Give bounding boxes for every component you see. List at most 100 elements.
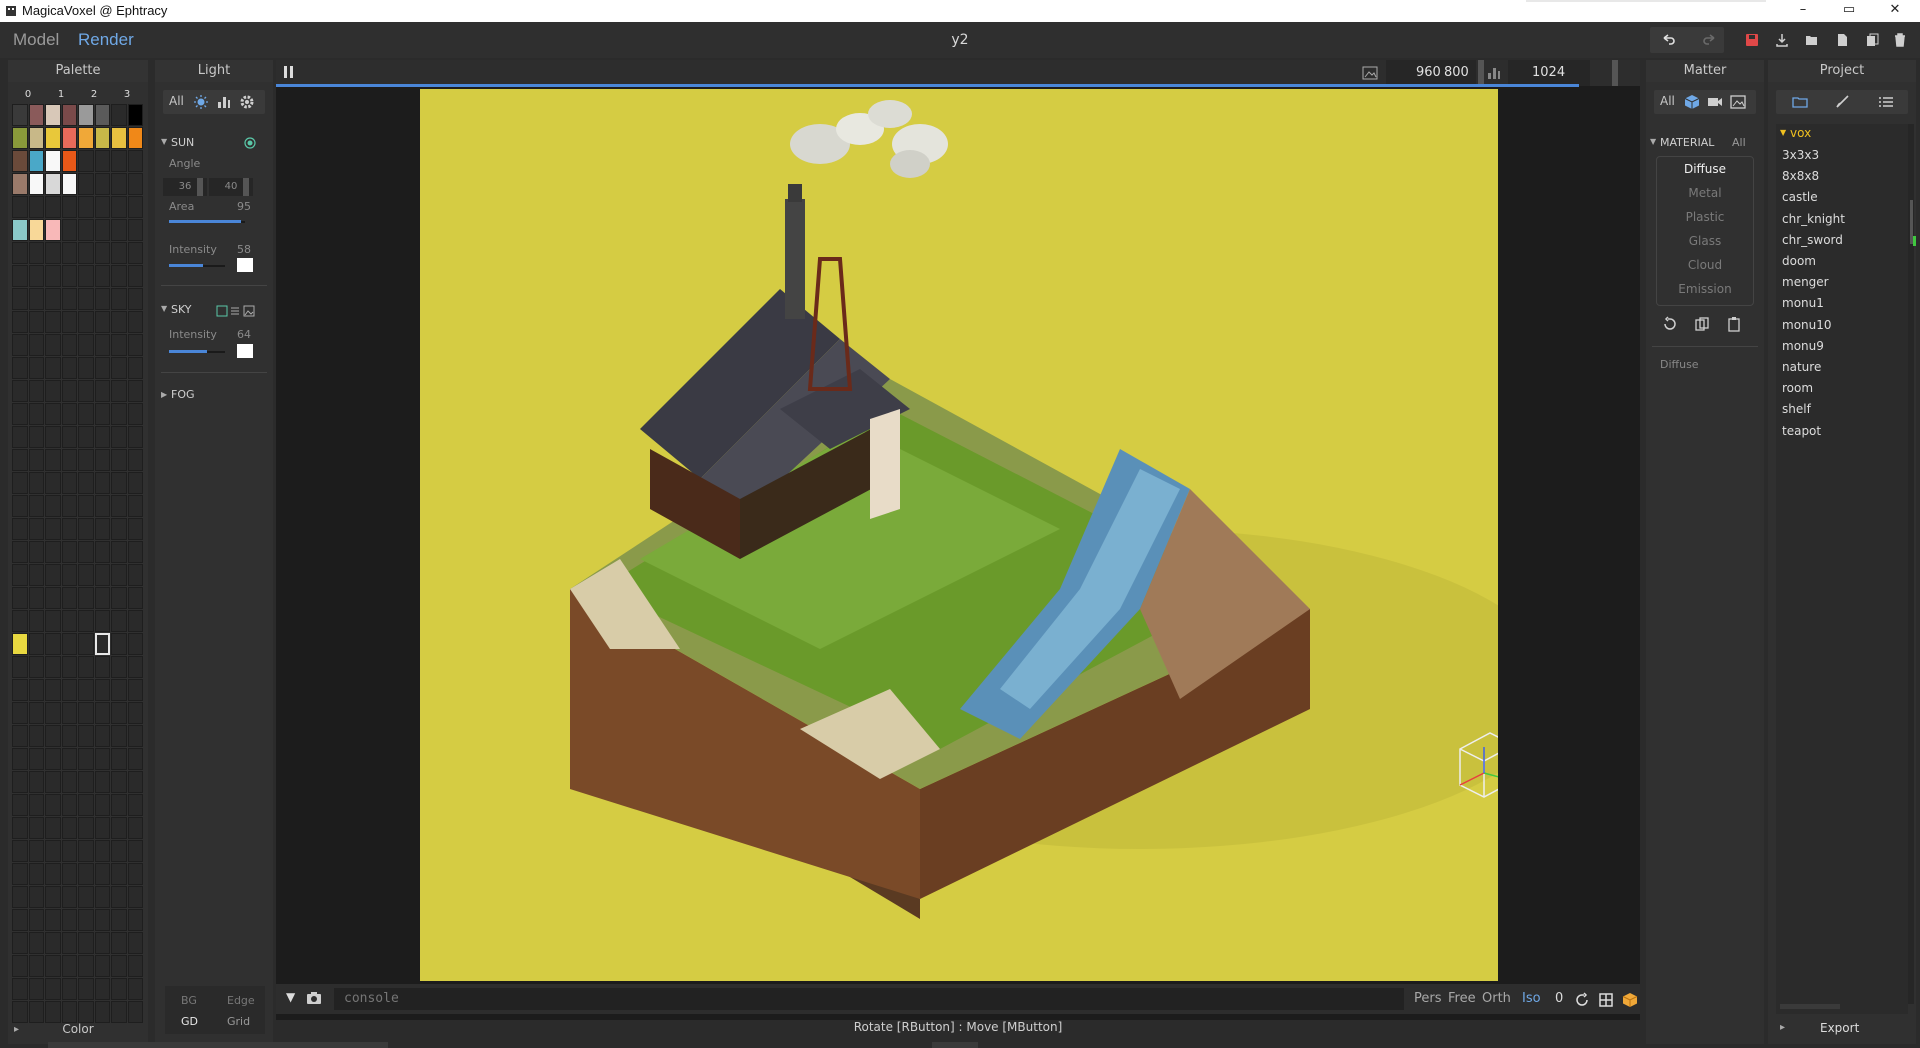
camera-icon[interactable] [306, 990, 322, 1006]
palette-color-cell[interactable] [28, 541, 44, 563]
palette-color-cell[interactable] [111, 587, 127, 609]
palette-color-cell[interactable] [94, 656, 110, 678]
palette-tab-2[interactable]: 2 [78, 88, 110, 102]
project-file-item[interactable]: teapot [1782, 424, 1821, 438]
palette-color-cell[interactable] [45, 403, 61, 425]
undo-button[interactable] [1656, 29, 1680, 51]
material-cloud[interactable]: Cloud [1656, 258, 1754, 272]
palette-color-cell[interactable] [45, 610, 61, 632]
palette-color-cell[interactable] [12, 955, 28, 977]
bottom-scrollbar-thumb[interactable] [932, 1042, 978, 1048]
palette-color-cell[interactable] [28, 863, 44, 885]
palette-color-cell[interactable] [28, 771, 44, 793]
palette-color-cell[interactable] [28, 702, 44, 724]
palette-color-cell[interactable] [127, 840, 143, 862]
project-file-item[interactable]: room [1782, 381, 1813, 395]
camera-free-button[interactable]: Free [1448, 991, 1476, 1006]
palette-color-cell[interactable] [111, 541, 127, 563]
palette-color-cell[interactable] [12, 794, 28, 816]
sun-collapse-icon[interactable]: ▼ [161, 137, 167, 146]
palette-color-cell[interactable] [94, 288, 110, 310]
palette-selected-cell[interactable] [94, 633, 110, 655]
picture-icon[interactable] [1730, 94, 1746, 110]
palette-color-cell[interactable] [28, 426, 44, 448]
palette-color-cell[interactable] [61, 380, 77, 402]
color-tab[interactable]: Color [8, 1022, 148, 1036]
rotate-icon[interactable] [1574, 992, 1590, 1008]
mode-model-tab[interactable]: Model [13, 30, 59, 50]
palette-color-cell[interactable] [28, 495, 44, 517]
palette-color-cell[interactable] [28, 886, 44, 908]
palette-color-cell[interactable] [111, 633, 127, 655]
palette-color-cell[interactable] [28, 196, 44, 218]
palette-color-cell[interactable] [45, 449, 61, 471]
palette-color-cell[interactable] [111, 219, 127, 241]
palette-color-cell[interactable] [78, 564, 94, 586]
palette-color-cell[interactable] [12, 104, 28, 126]
palette-color-cell[interactable] [111, 495, 127, 517]
palette-color-cell[interactable] [127, 334, 143, 356]
palette-color-cell[interactable] [111, 518, 127, 540]
palette-color-cell[interactable] [12, 702, 28, 724]
palette-color-cell[interactable] [78, 426, 94, 448]
palette-color-cell[interactable] [12, 771, 28, 793]
palette-color-cell[interactable] [28, 564, 44, 586]
paste-material-icon[interactable] [1726, 316, 1742, 332]
palette-color-cell[interactable] [28, 610, 44, 632]
palette-color-cell[interactable] [45, 380, 61, 402]
palette-color-cell[interactable] [78, 656, 94, 678]
palette-color-cell[interactable] [78, 679, 94, 701]
maximize-button[interactable]: ▭ [1826, 0, 1872, 22]
palette-color-cell[interactable] [111, 748, 127, 770]
angle-1-handle[interactable] [197, 178, 203, 196]
palette-color-cell[interactable] [94, 196, 110, 218]
project-file-item[interactable]: chr_sword [1782, 233, 1843, 247]
palette-color-cell[interactable] [94, 127, 110, 149]
brush-icon[interactable] [1834, 94, 1850, 110]
palette-color-cell[interactable] [45, 173, 61, 195]
palette-color-cell[interactable] [45, 679, 61, 701]
palette-color-cell[interactable] [94, 725, 110, 747]
palette-color-cell[interactable] [78, 242, 94, 264]
render-canvas[interactable] [420, 89, 1498, 981]
palette-color-cell[interactable] [45, 748, 61, 770]
project-h-scrollbar[interactable] [1780, 1004, 1840, 1009]
material-plastic[interactable]: Plastic [1656, 210, 1754, 224]
palette-color-cell[interactable] [12, 311, 28, 333]
palette-color-cell[interactable] [12, 909, 28, 931]
pause-icon-bar[interactable] [290, 66, 293, 78]
palette-color-cell[interactable] [61, 748, 77, 770]
palette-color-cell[interactable] [111, 173, 127, 195]
matter-tab-all[interactable]: All [1660, 94, 1675, 108]
palette-color-cell[interactable] [94, 219, 110, 241]
palette-color-cell[interactable] [28, 748, 44, 770]
list-icon[interactable] [1878, 94, 1894, 110]
palette-color-cell[interactable] [12, 495, 28, 517]
image-icon[interactable] [1362, 65, 1378, 81]
palette-color-cell[interactable] [28, 725, 44, 747]
palette-color-cell[interactable] [12, 886, 28, 908]
palette-color-cell[interactable] [111, 127, 127, 149]
palette-color-cell[interactable] [127, 127, 143, 149]
palette-color-cell[interactable] [94, 702, 110, 724]
material-metal[interactable]: Metal [1656, 186, 1754, 200]
minimize-button[interactable]: – [1780, 0, 1826, 22]
palette-color-cell[interactable] [61, 242, 77, 264]
palette-tab-1[interactable]: 1 [45, 88, 77, 102]
palette-color-cell[interactable] [28, 840, 44, 862]
palette-color-cell[interactable] [94, 518, 110, 540]
palette-color-cell[interactable] [111, 932, 127, 954]
palette-color-cell[interactable] [45, 909, 61, 931]
palette-color-cell[interactable] [45, 656, 61, 678]
camera-orth-button[interactable]: Orth [1482, 991, 1511, 1006]
palette-color-cell[interactable] [127, 150, 143, 172]
new-button[interactable] [1830, 29, 1854, 51]
copy-material-icon[interactable] [1694, 316, 1710, 332]
palette-color-cell[interactable] [127, 242, 143, 264]
palette-color-cell[interactable] [94, 150, 110, 172]
palette-color-cell[interactable] [28, 403, 44, 425]
palette-color-cell[interactable] [45, 541, 61, 563]
palette-color-cell[interactable] [94, 104, 110, 126]
palette-color-cell[interactable] [12, 334, 28, 356]
palette-color-cell[interactable] [45, 702, 61, 724]
